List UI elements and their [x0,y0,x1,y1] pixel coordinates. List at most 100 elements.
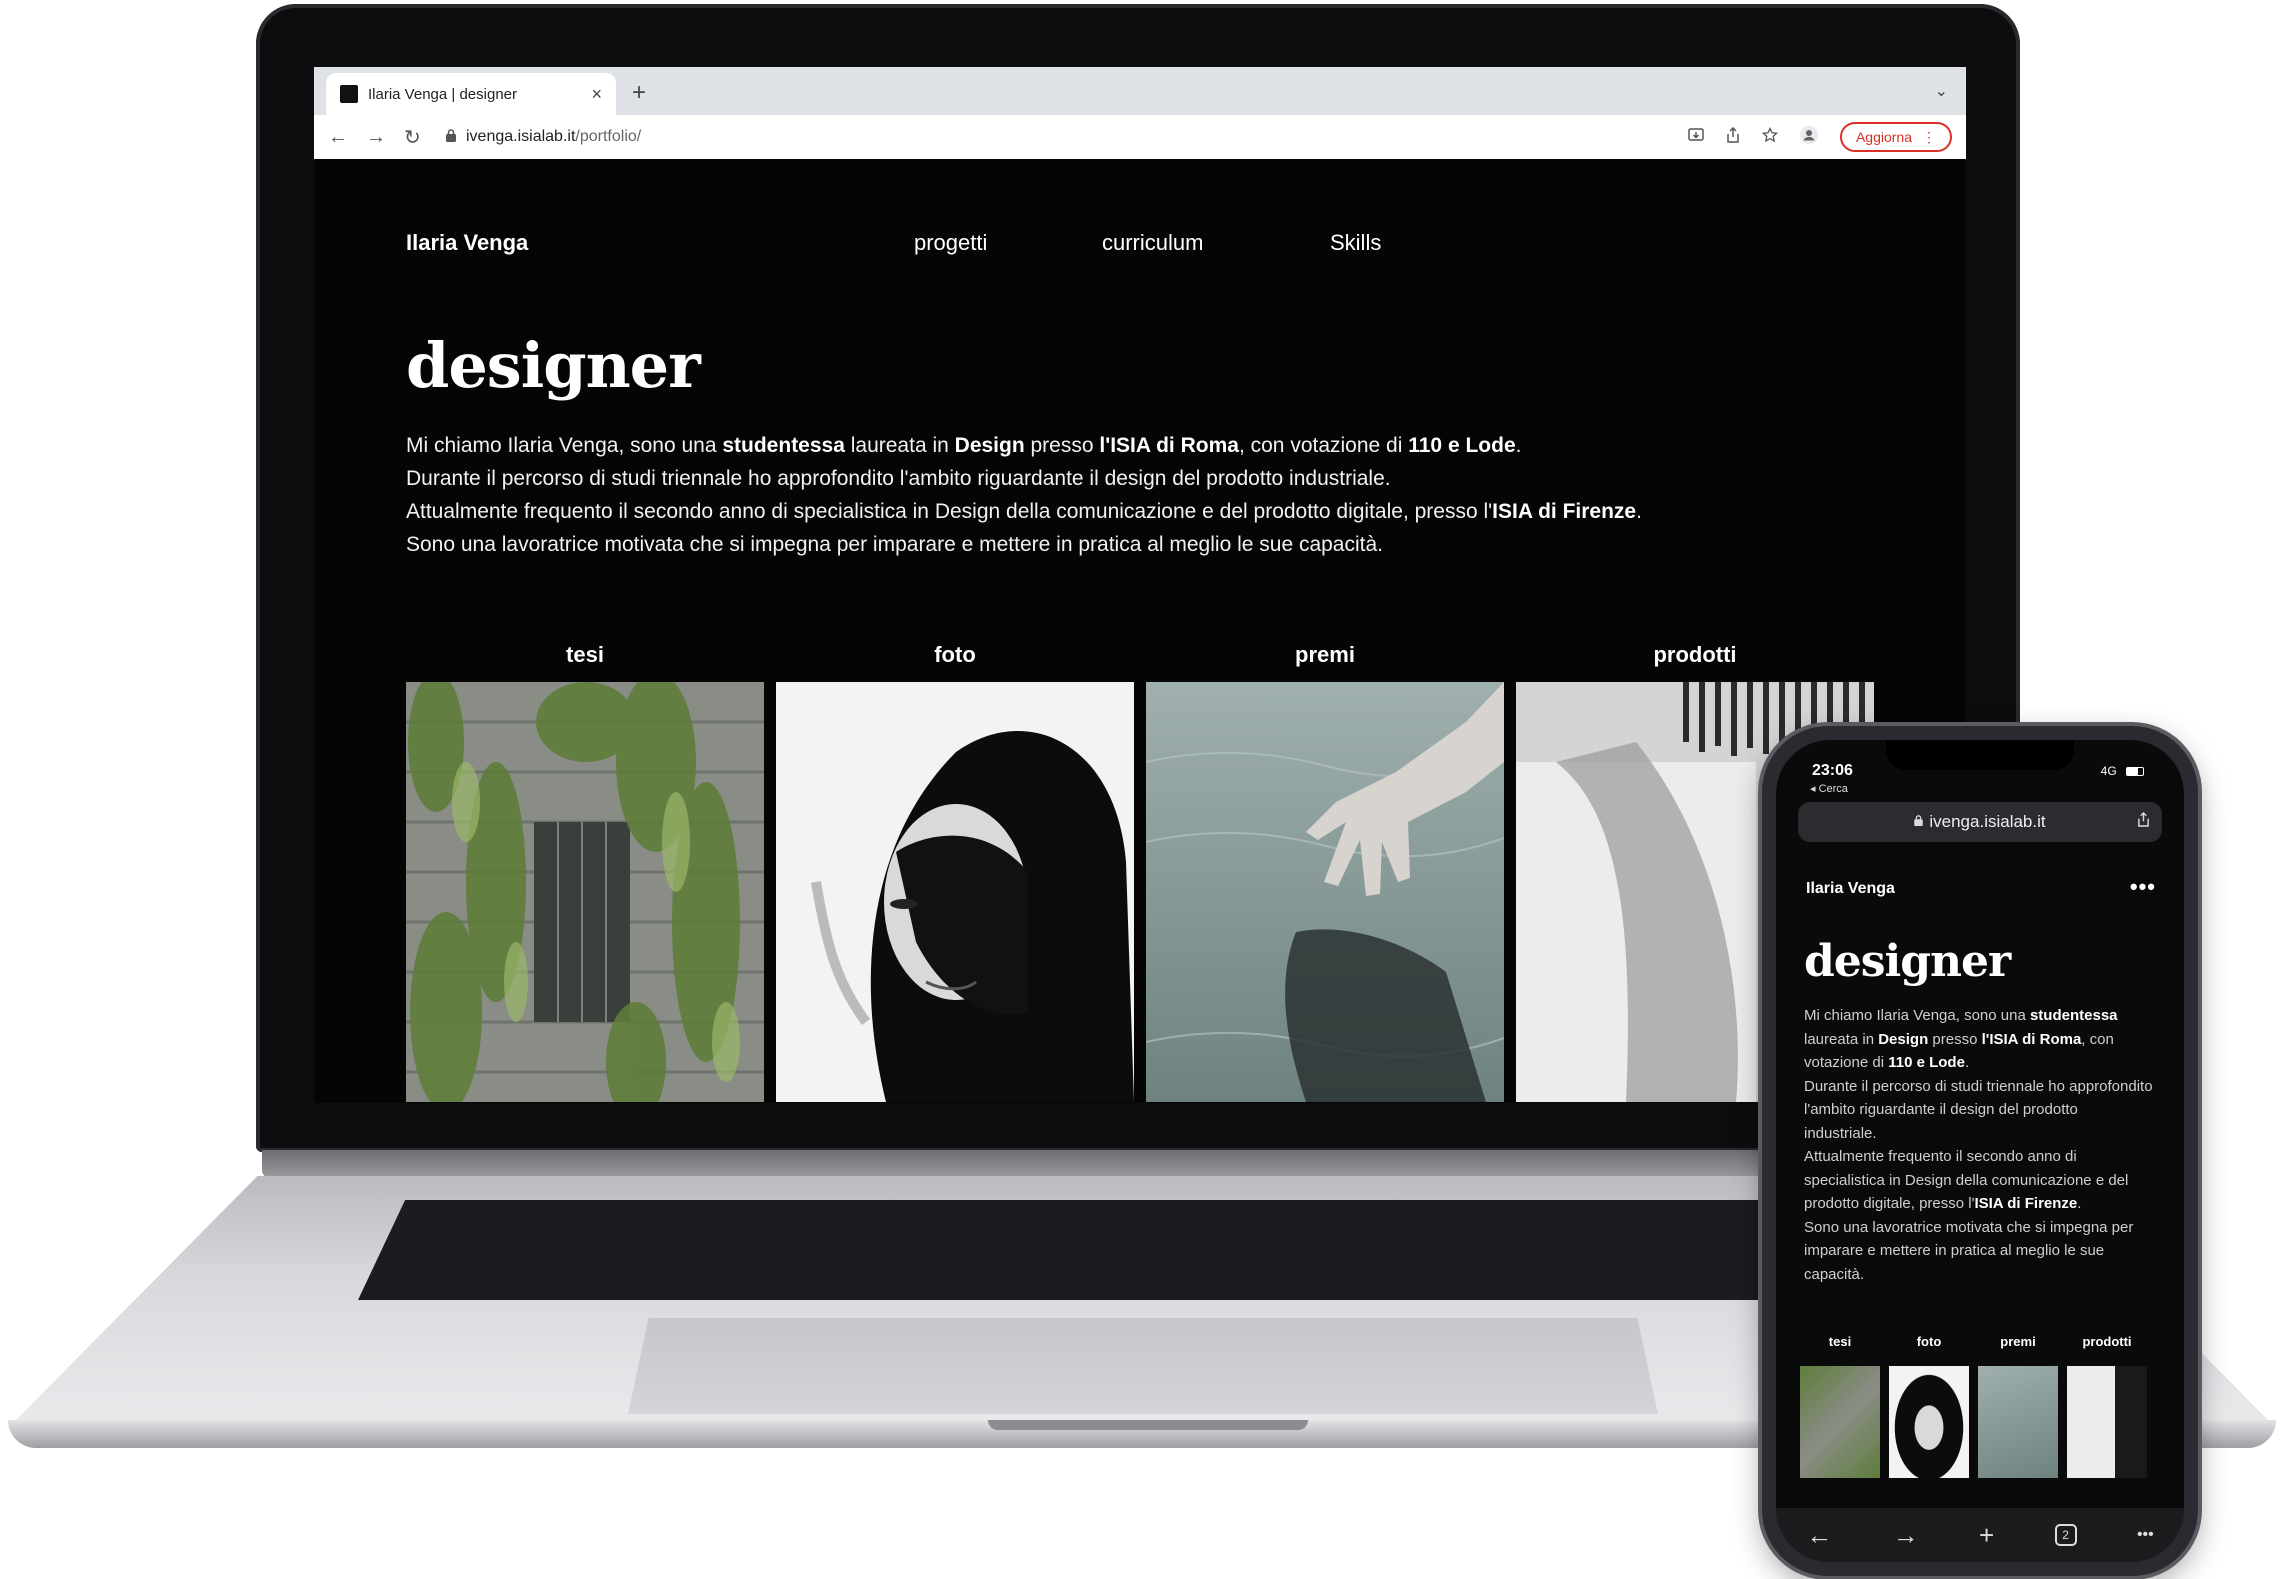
address-bar[interactable]: ivenga.isialab.it /portfolio/ [446,120,1666,154]
phone-tabs-button[interactable]: 2 [2054,1524,2077,1546]
url-path: /portfolio/ [575,128,642,145]
bio-text: laureata in [844,434,955,457]
back-button[interactable]: ← [328,126,348,149]
bio-text: Mi chiamo Ilaria Venga, sono una [406,434,723,457]
bio-line: Durante il percorso di studi triennale h… [406,462,1806,495]
bio-text: Attualmente frequento il secondo anno di… [406,500,1493,523]
nav-link-progetti[interactable]: progetti [914,230,987,256]
install-icon[interactable] [1688,127,1704,148]
status-time: 23:06 [1812,762,1853,779]
bio-text: . [1636,500,1642,523]
site-brand[interactable]: Ilaria Venga [406,230,528,256]
phone-category-tesi[interactable]: tesi [1800,1334,1880,1349]
bio-highlight: l'ISIA di Roma [1099,434,1239,457]
browser-toolbar: ← → ↻ ivenga.isialab.it /portfolio/ Aggi… [314,115,1966,159]
bio-line: Sono una lavoratrice motivata che si imp… [406,528,1806,561]
url-host: ivenga.isialab.it [466,128,576,145]
phone-more-button[interactable]: ••• [2137,1526,2154,1544]
bio-highlight: studentessa [722,434,845,457]
phone-bio-highlight: l'ISIA di Roma [1981,1030,2082,1048]
browser-chrome: Ilaria Venga | designer × + ⌄ ← → ↻ iven… [314,67,1966,159]
bio-line: Attualmente frequento il secondo anno di… [406,495,1806,528]
phone-site-brand[interactable]: Ilaria Venga [1806,880,1895,898]
laptop-screen: Ilaria Venga | designer × + ⌄ ← → ↻ iven… [314,67,1966,1103]
phone-back-button[interactable]: ← [1806,1520,1832,1551]
hand-touching-water-photo[interactable] [1146,682,1504,1102]
update-button[interactable]: Aggiorna ⋮ [1839,122,1952,152]
phone-bio-highlight: Design [1878,1030,1929,1048]
phone-bio-text: Sono una lavoratrice motivata che si imp… [1804,1218,2134,1283]
laptop-keyboard [358,1200,1928,1300]
bio-line: Mi chiamo Ilaria Venga, sono una student… [406,429,1806,462]
signal-indicator: 4G [2101,764,2144,778]
laptop-trackpad [628,1318,1658,1414]
bio-text: Sono una lavoratrice motivata che si imp… [406,533,1384,556]
battery-icon [2126,767,2144,777]
close-tab-icon[interactable]: × [591,84,602,105]
bookmark-star-icon[interactable] [1761,126,1779,148]
phone-new-tab-button[interactable]: + [1979,1520,1994,1551]
bio-highlight: ISIA di Firenze [1492,500,1637,523]
bio-text: Durante il percorso di studi triennale h… [406,467,1391,490]
phone-notch [1886,740,2074,770]
share-icon[interactable] [1726,126,1740,148]
back-to-search-link[interactable]: ◂ Cerca [1810,782,1848,795]
phone-device: 23:06 ◂ Cerca 4G ivenga.isialab.it Ilari… [1762,726,2198,1576]
phone-ivy-building-thumbnail[interactable] [1800,1366,1880,1478]
ivy-covered-building-photo[interactable] [406,682,764,1102]
black-and-white-portrait-photo[interactable] [776,682,1134,1102]
nav-link-skills[interactable]: Skills [1330,230,1381,256]
laptop-opening-notch [988,1420,1308,1430]
phone-page-title: designer [1804,936,2011,987]
forward-button[interactable]: → [366,126,386,149]
share-icon[interactable] [2137,812,2150,831]
phone-category-prodotti[interactable]: prodotti [2067,1334,2147,1349]
phone-bio-text: Mi chiamo Ilaria Venga, sono una student… [1804,1004,2154,1286]
profile-avatar-icon[interactable] [1799,125,1818,149]
phone-address-bar[interactable]: ivenga.isialab.it [1798,802,2162,842]
phone-forward-button[interactable]: → [1893,1520,1919,1551]
phone-bio-highlight: 110 e Lode [1888,1054,1965,1071]
phone-menu-icon[interactable]: ••• [2130,874,2156,900]
reload-button[interactable]: ↻ [404,125,421,150]
tab-title: Ilaria Venga | designer [368,85,517,103]
phone-bio-highlight: ISIA di Firenze [1974,1195,2078,1212]
network-type: 4G [2100,764,2117,778]
bio-text: Mi chiamo Ilaria Venga, sono una student… [406,429,1806,561]
category-label-foto[interactable]: foto [776,642,1134,668]
category-label-premi[interactable]: premi [1146,642,1504,668]
phone-bio-line: Sono una lavoratrice motivata che si imp… [1804,1216,2154,1287]
phone-bio-line: Durante il percorso di studi triennale h… [1804,1075,2154,1146]
phone-category-premi[interactable]: premi [1978,1334,2058,1349]
page-title: designer [406,329,701,402]
bio-text: . [1515,434,1522,457]
phone-bio-text: Durante il percorso di studi triennale h… [1804,1077,2153,1142]
bio-text: presso [1024,434,1100,457]
phone-pencils-thumbnail[interactable] [2067,1366,2147,1478]
nav-link-curriculum[interactable]: curriculum [1102,230,1203,256]
category-label-tesi[interactable]: tesi [406,642,764,668]
phone-bio-text: . [1964,1054,1970,1071]
bio-text: , con votazione di [1238,434,1409,457]
phone-bio-text: presso [1928,1030,1982,1048]
phone-bio-line: Attualmente frequento il secondo anno di… [1804,1145,2154,1216]
phone-water-hand-thumbnail[interactable] [1978,1366,2058,1478]
phone-portrait-thumbnail[interactable] [1889,1366,1969,1478]
new-tab-button[interactable]: + [632,79,646,107]
phone-bio-text: . [2077,1195,2082,1212]
menu-dots-icon: ⋮ [1922,128,1936,145]
lock-icon [1914,815,1924,829]
phone-bio-line: Mi chiamo Ilaria Venga, sono una student… [1804,1004,2154,1075]
lock-icon [446,129,456,145]
portfolio-page: Ilaria Venga progetti curriculum Skills … [314,159,1966,1103]
tab-search-icon[interactable]: ⌄ [1935,81,1948,101]
phone-bio-highlight: studentessa [2029,1007,2118,1024]
phone-browser-toolbar: ← → + 2 ••• [1776,1508,2184,1562]
phone-category-foto[interactable]: foto [1889,1334,1969,1349]
laptop-hinge [262,1150,2022,1178]
category-label-prodotti[interactable]: prodotti [1516,642,1874,668]
browser-tab[interactable]: Ilaria Venga | designer × [326,73,616,115]
update-label: Aggiorna [1855,129,1912,145]
phone-bio-text: laureata in [1804,1030,1879,1048]
device-mockup-scene: Ilaria Venga | designer × + ⌄ ← → ↻ iven… [0,0,2284,1579]
